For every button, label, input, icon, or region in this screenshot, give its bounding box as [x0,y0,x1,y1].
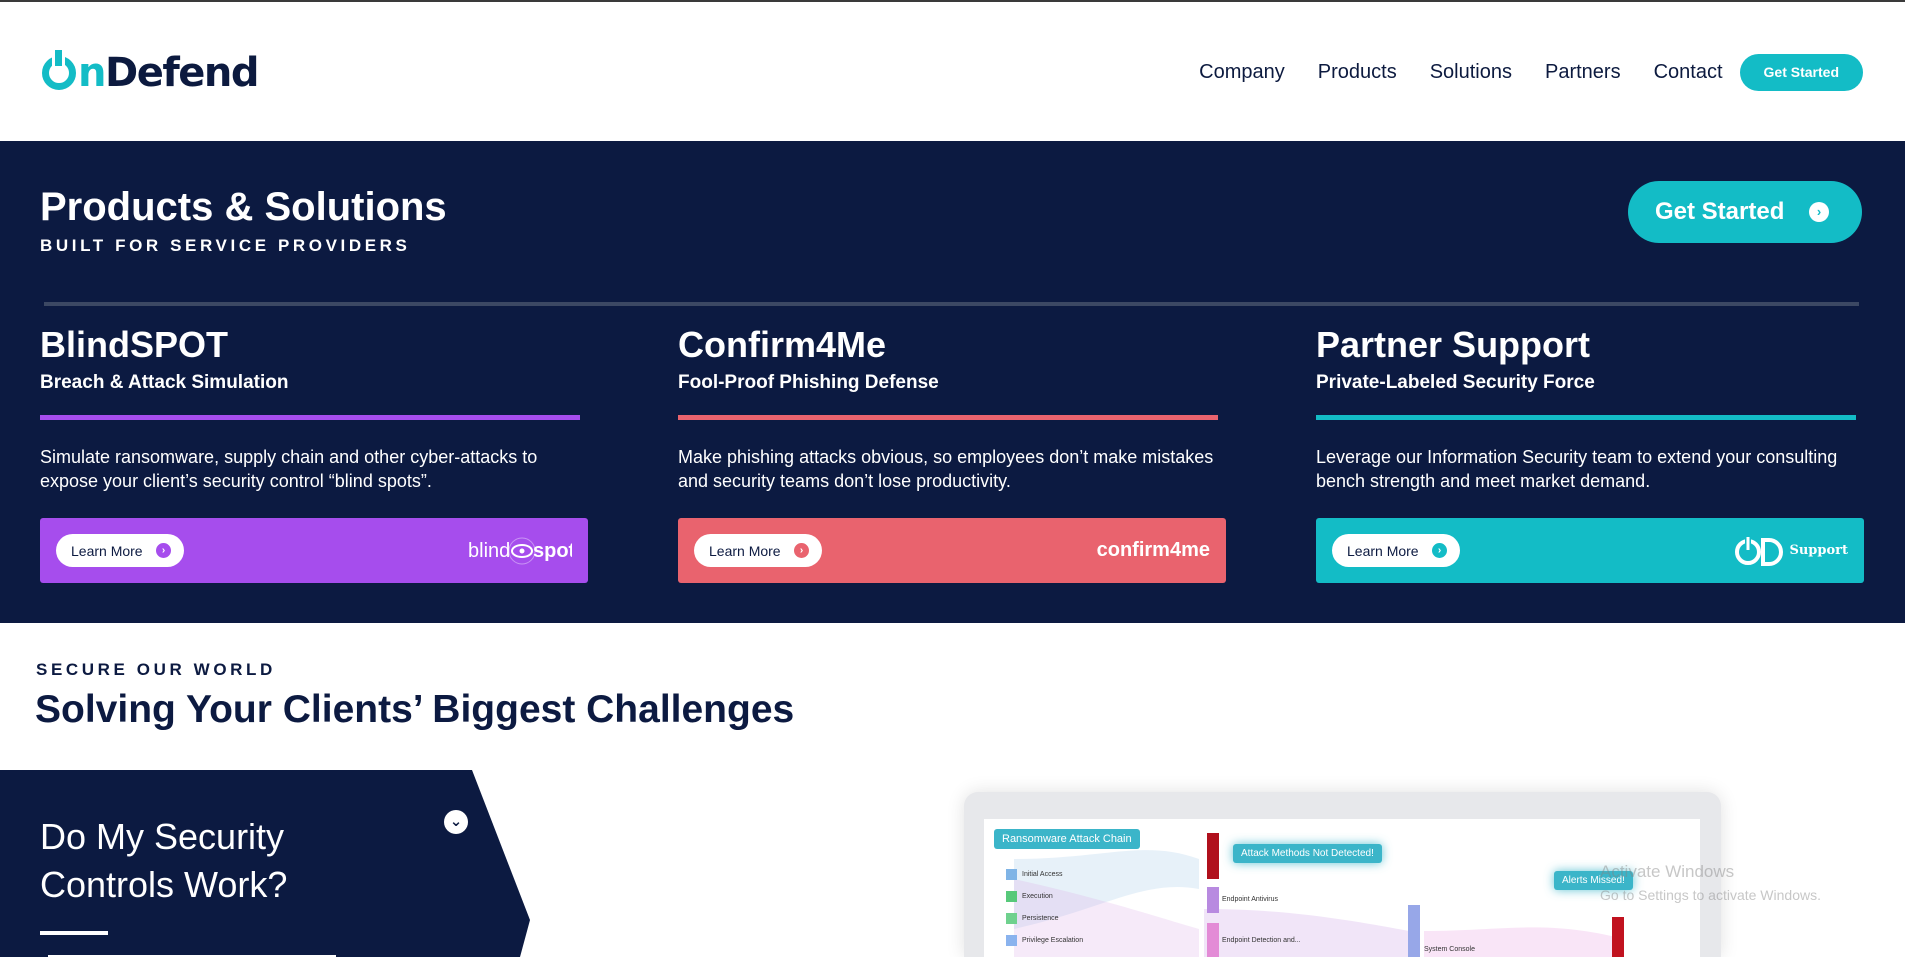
question-heading: Do My Security Controls Work? [40,813,340,909]
product-title: Partner Support [1316,324,1591,365]
attack-chain-label: Ransomware Attack Chain [994,829,1140,849]
mid-label: Endpoint Detection and... [1222,937,1301,944]
windows-watermark-subtitle: Go to Settings to activate Windows. [1600,887,1821,903]
nav-solutions[interactable]: Solutions [1430,61,1512,84]
header-get-started-button[interactable]: Get Started [1739,54,1863,91]
question-underline [40,931,108,935]
nav-company[interactable]: Company [1199,61,1285,84]
product-confirm4me: Confirm4Me Fool-Proof Phishing Defense M… [678,321,1226,493]
support-logo: Support [1733,518,1848,583]
legend-item: Initial Access [1006,869,1062,880]
product-accent-bar [1316,415,1856,420]
legend-item: Privilege Escalation [1006,935,1083,946]
hero-get-started-button[interactable]: Get Started › [1628,181,1862,243]
learn-more-label: Learn More [71,542,143,559]
question-line-2: Controls Work? [40,864,288,905]
product-title: BlindSPOT [40,324,228,365]
product-accent-bar [40,415,580,420]
chevron-down-icon[interactable]: ⌄ [444,810,468,834]
product-description: Make phishing attacks obvious, so employ… [678,447,1214,491]
learn-more-label: Learn More [1347,542,1419,559]
right-label: System Console [1424,946,1475,953]
confirm4me-learn-more-button[interactable]: Learn More › [694,534,822,567]
products-section: Products & Solutions BUILT FOR SERVICE P… [0,141,1905,623]
logo-defend: Defend [104,50,259,96]
laptop-screen: Ransomware Attack Chain Attack Methods N… [984,819,1700,957]
blindspot-learn-more-button[interactable]: Learn More › [56,534,184,567]
od-power-icon [1735,535,1784,566]
ondefend-logo[interactable]: nDefend [42,50,259,96]
attack-methods-alert: Attack Methods Not Detected! [1233,844,1382,863]
product-subtitle: Fool-Proof Phishing Defense [678,372,939,393]
arrow-right-icon: › [1809,202,1829,222]
nav-products[interactable]: Products [1318,61,1397,84]
partner-support-card: Learn More › Support [1316,518,1864,583]
nav-contact[interactable]: Contact [1654,61,1723,84]
blindspot-card: Learn More › blind spot [40,518,588,583]
product-description: Simulate ransomware, supply chain and ot… [40,447,538,491]
hero-get-started-label: Get Started [1655,198,1785,225]
site-header: nDefend Company Products Solutions Partn… [0,2,1905,141]
arrow-right-icon: › [794,543,809,558]
arrow-right-icon: › [1432,543,1447,558]
product-description: Leverage our Information Security team t… [1316,447,1838,491]
product-partner-support: Partner Support Private-Labeled Security… [1316,321,1864,493]
product-accent-bar [678,415,1218,420]
products-subtitle: BUILT FOR SERVICE PROVIDERS [40,236,411,255]
logo-n: n [78,50,106,96]
question-line-1: Do My Security [40,816,285,857]
partner-support-learn-more-button[interactable]: Learn More › [1332,534,1460,567]
learn-more-label: Learn More [709,542,781,559]
windows-watermark-title: Activate Windows [1600,862,1735,881]
confirm4me-card: Learn More › confirm4me [678,518,1226,583]
power-icon [42,50,76,90]
product-subtitle: Breach & Attack Simulation [40,372,289,393]
logo-wordmark: nDefend [78,50,259,96]
confirm4me-logo: confirm4me [1096,539,1210,561]
product-blindspot: BlindSPOT Breach & Attack Simulation Sim… [40,321,588,493]
main-nav: Company Products Solutions Partners Cont… [1166,54,1863,91]
nav-partners[interactable]: Partners [1545,61,1621,84]
section-title: Solving Your Clients’ Biggest Challenges [35,688,795,731]
product-subtitle: Private-Labeled Security Force [1316,372,1595,393]
section-eyebrow: SECURE OUR WORLD [36,660,276,679]
svg-text:blind: blind [468,540,510,562]
legend-item: Persistence [1006,913,1059,924]
mid-label: Endpoint Antivirus [1222,896,1279,903]
product-title: Confirm4Me [678,324,887,365]
support-logo-label: Support [1789,543,1848,558]
svg-text:spot: spot [533,540,572,562]
legend-item: Execution [1006,891,1053,902]
blindspot-eye-icon: blind spot [468,537,572,564]
products-title: Products & Solutions [40,185,447,229]
section-divider [44,302,1859,306]
blindspot-logo: blind spot [468,518,572,583]
arrow-right-icon: › [156,543,171,558]
